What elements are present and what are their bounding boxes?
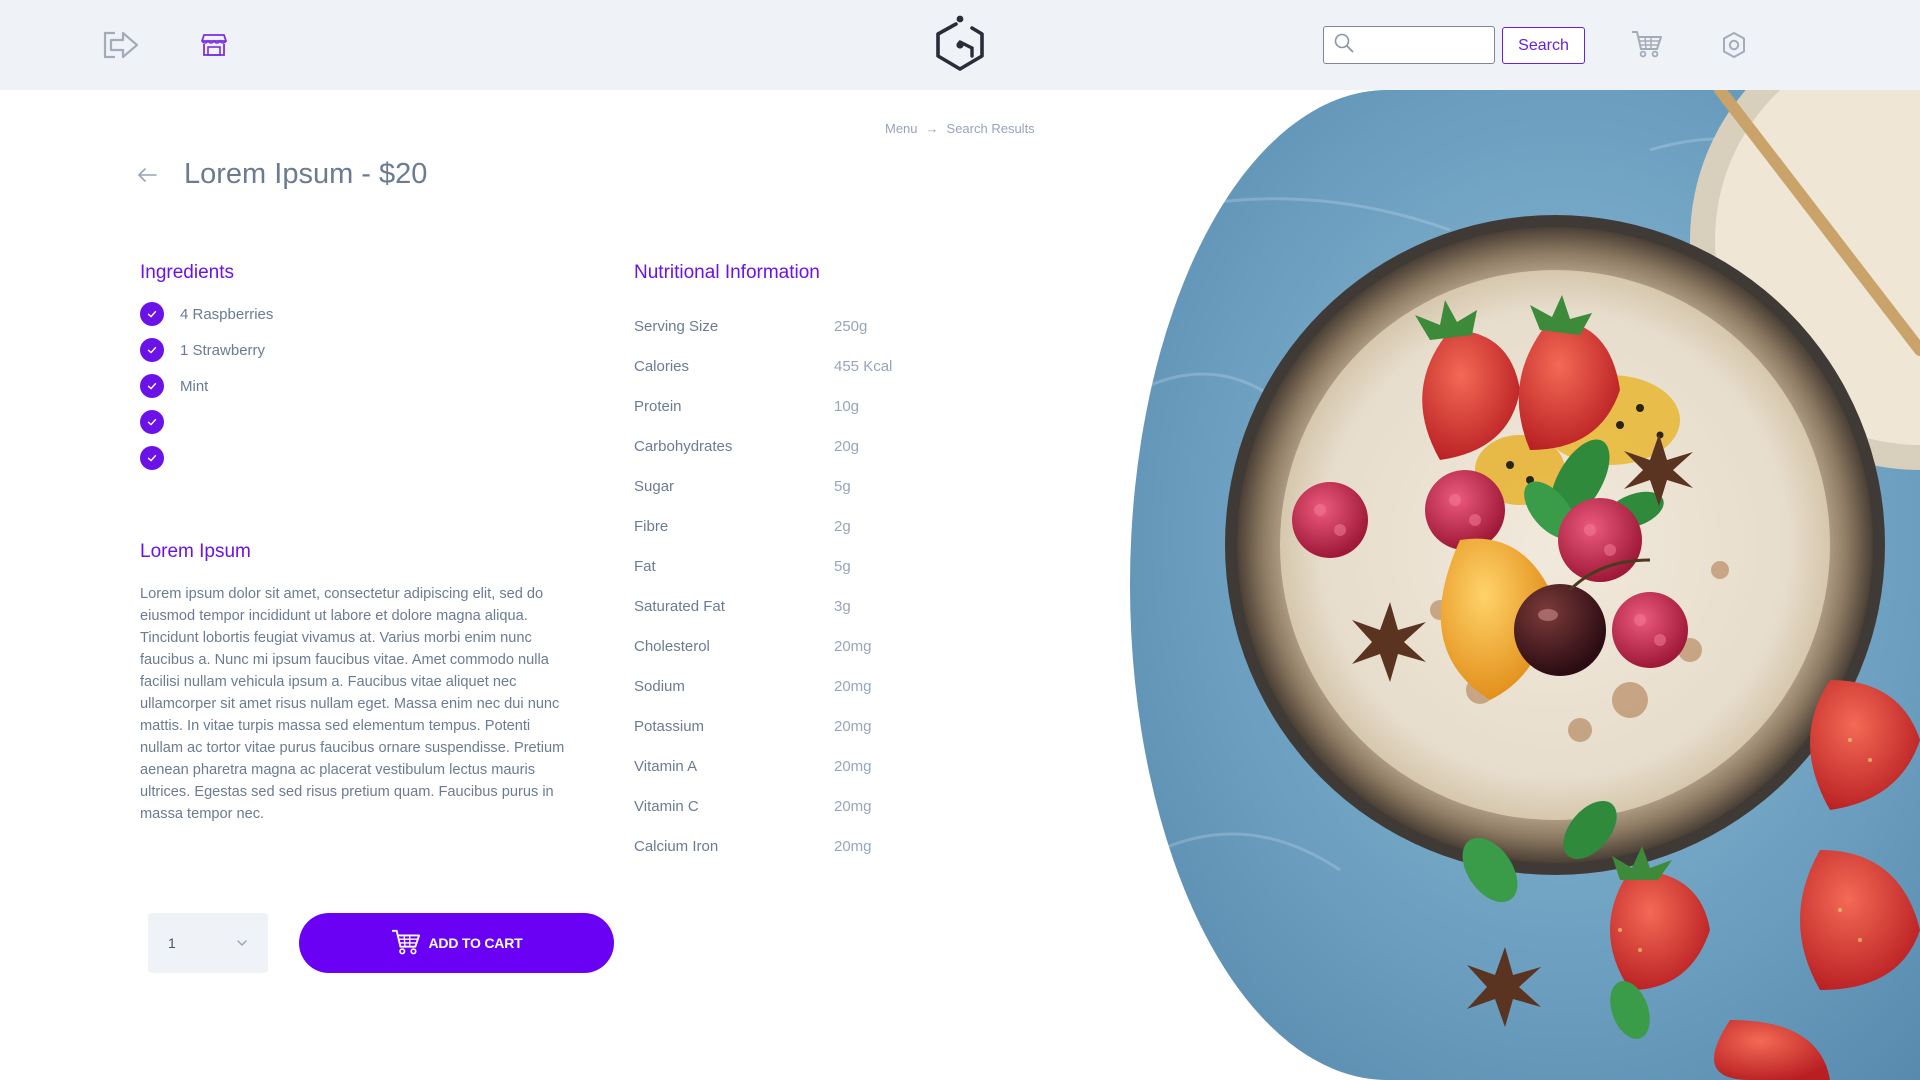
check-icon	[140, 446, 164, 470]
ingredients-list: 4 Raspberries 1 Strawberry Mint	[140, 302, 560, 482]
gear-icon[interactable]	[1720, 30, 1748, 60]
search-input-box[interactable]	[1323, 26, 1495, 64]
page-title: Lorem Ipsum - $20	[184, 158, 428, 190]
nutrition-value: 3g	[834, 597, 851, 615]
breadcrumb-menu-link[interactable]: Menu	[885, 121, 918, 136]
nutrition-row: Saturated Fat 3g	[634, 586, 994, 626]
cart-icon[interactable]	[1630, 28, 1664, 60]
nutrition-row: Calories 455 Kcal	[634, 346, 994, 386]
food-image	[1130, 90, 1920, 1080]
nutrition-value: 20mg	[834, 797, 872, 815]
store-icon[interactable]	[200, 31, 228, 59]
nutrition-label: Cholesterol	[634, 637, 710, 655]
quantity-select[interactable]: 1	[148, 913, 268, 973]
product-page: Search Menu → Search Results Lorem Ipsum…	[0, 0, 1920, 1080]
nutrition-value: 5g	[834, 477, 851, 495]
search-icon	[1334, 33, 1354, 58]
nutrition-table: Serving Size 250g Calories 455 Kcal Protei…	[634, 306, 994, 866]
nutrition-heading: Nutritional Information	[634, 262, 820, 283]
arrow-right-icon: →	[925, 121, 939, 136]
nutrition-label: Carbohydrates	[634, 437, 733, 455]
ingredient-item: 4 Raspberries	[140, 302, 560, 326]
ingredients-heading: Ingredients	[140, 262, 235, 283]
cart-icon	[391, 928, 421, 959]
top-header: Search	[0, 0, 1920, 90]
nutrition-label: Vitamin A	[634, 757, 698, 775]
ingredient-label: 1 Strawberry	[180, 341, 266, 359]
ingredient-label: Mint	[180, 377, 209, 395]
nutrition-value: 20mg	[834, 677, 872, 695]
nutrition-label: Potassium	[634, 717, 705, 735]
add-to-cart-label: ADD TO CART	[428, 935, 523, 951]
nutrition-value: 20mg	[834, 837, 872, 855]
search-button[interactable]: Search	[1502, 27, 1585, 64]
ingredient-item: Mint	[140, 374, 560, 398]
ingredient-item: 1 Strawberry	[140, 338, 560, 362]
check-icon	[140, 338, 164, 362]
nutrition-label: Calories	[634, 357, 690, 375]
nutrition-value: 20g	[834, 437, 860, 455]
nutrition-value: 20mg	[834, 637, 872, 655]
nutrition-label: Sodium	[634, 677, 685, 695]
nutrition-value: 2g	[834, 517, 851, 535]
description-text: Lorem ipsum dolor sit amet, consectetur …	[140, 586, 565, 822]
nutrition-value: 455 Kcal	[834, 357, 893, 375]
nutrition-label: Fat	[634, 557, 656, 575]
nutrition-value: 250g	[834, 317, 868, 335]
nutrition-label: Sugar	[634, 477, 675, 495]
logo-icon[interactable]	[932, 14, 988, 76]
breadcrumb: Menu → Search Results	[885, 121, 1035, 136]
check-icon	[140, 302, 164, 326]
ingredient-label: 4 Raspberries	[180, 305, 274, 323]
nutrition-label: Serving Size	[634, 317, 719, 335]
nutrition-row: Protein 10g	[634, 386, 994, 426]
nutrition-label: Saturated Fat	[634, 597, 725, 615]
ingredient-item	[140, 446, 560, 470]
check-icon	[140, 410, 164, 434]
nutrition-row: Serving Size 250g	[634, 306, 994, 346]
nutrition-row: Vitamin C 20mg	[634, 786, 994, 826]
nutrition-row: Vitamin A 20mg	[634, 746, 994, 786]
logout-icon[interactable]	[100, 28, 142, 62]
nutrition-label: Fibre	[634, 517, 669, 535]
nutrition-row: Calcium Iron 20mg	[634, 826, 994, 866]
nutrition-row: Cholesterol 20mg	[634, 626, 994, 666]
nutrition-row: Fibre 2g	[634, 506, 994, 546]
search-input[interactable]	[1362, 27, 1492, 63]
nutrition-value: 10g	[834, 397, 860, 415]
nutrition-row: Sugar 5g	[634, 466, 994, 506]
add-to-cart-button[interactable]: ADD TO CART	[299, 913, 614, 973]
nutrition-value: 5g	[834, 557, 851, 575]
nutrition-value: 20mg	[834, 717, 872, 735]
nutrition-row: Fat 5g	[634, 546, 994, 586]
back-arrow-icon[interactable]	[136, 164, 158, 186]
nutrition-label: Vitamin C	[634, 797, 699, 815]
nutrition-row: Carbohydrates 20g	[634, 426, 994, 466]
nutrition-value: 20mg	[834, 757, 872, 775]
nutrition-label: Calcium Iron	[634, 837, 719, 855]
description-heading: Lorem Ipsum	[140, 541, 251, 562]
check-icon	[140, 374, 164, 398]
nutrition-row: Potassium 20mg	[634, 706, 994, 746]
ingredient-item	[140, 410, 560, 434]
nutrition-label: Protein	[634, 397, 682, 415]
nutrition-row: Sodium 20mg	[634, 666, 994, 706]
chevron-down-icon	[236, 934, 248, 952]
breadcrumb-search-results-link[interactable]: Search Results	[947, 121, 1035, 136]
quantity-value: 1	[168, 935, 176, 951]
